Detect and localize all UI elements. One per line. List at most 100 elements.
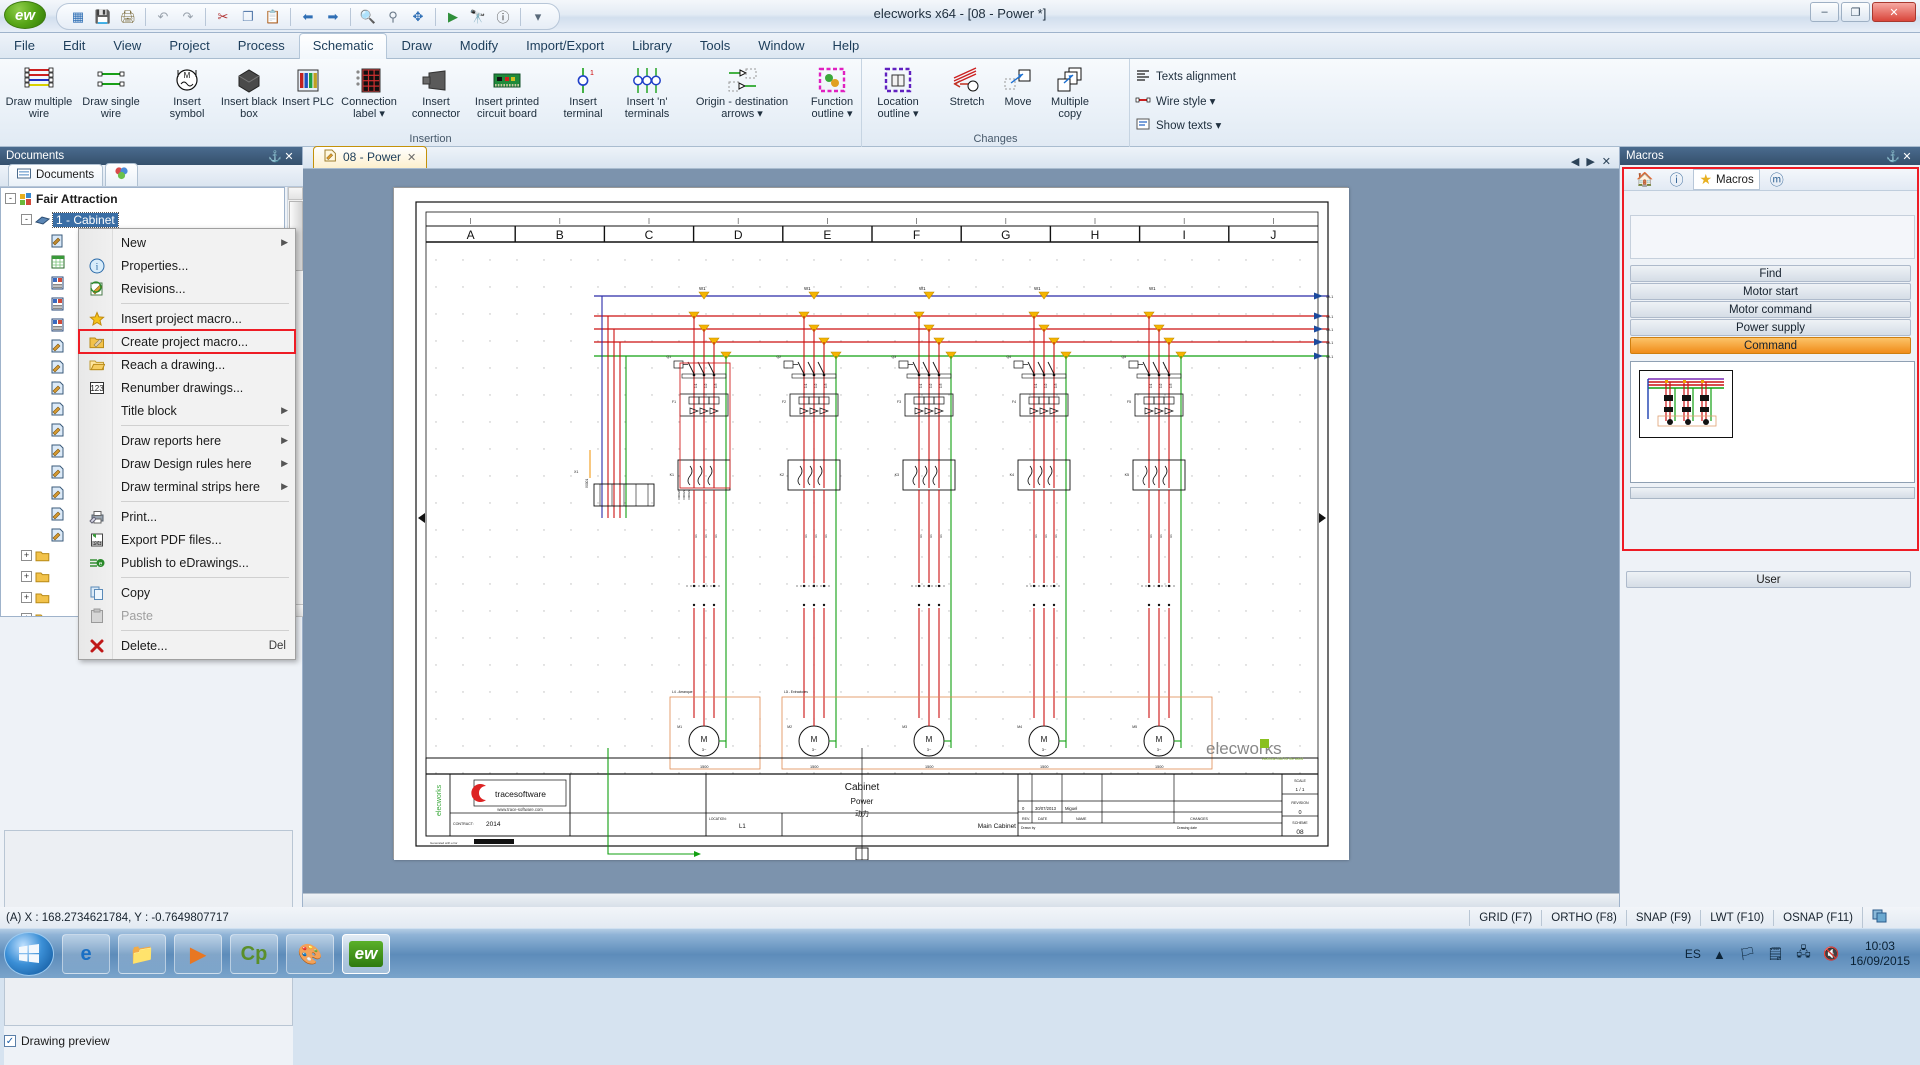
- tree-expander[interactable]: +: [21, 613, 32, 616]
- document-tab-close-icon[interactable]: ✕: [407, 151, 416, 164]
- tab-next-icon[interactable]: ▶: [1586, 155, 1594, 168]
- tree-node[interactable]: - 1 - Cabinet: [1, 209, 284, 230]
- language-indicator[interactable]: ES: [1685, 947, 1701, 961]
- context-menu-item-paste[interactable]: Paste: [79, 604, 295, 627]
- taskbar-item-elecworks[interactable]: ew: [342, 934, 390, 974]
- context-menu-item-delete[interactable]: Delete... Del: [79, 634, 295, 657]
- macro-button-motor-command[interactable]: Motor command: [1630, 301, 1911, 318]
- multiple-copy-button[interactable]: Multiple copy: [1044, 63, 1096, 120]
- pin-icon[interactable]: ⚓: [1886, 150, 1900, 163]
- canvas-hscrollbar[interactable]: [303, 893, 1619, 907]
- status-toggle-grid[interactable]: GRID (F7): [1469, 909, 1541, 926]
- show-hidden-icons[interactable]: ▲: [1710, 945, 1729, 964]
- macro-button-motor-start[interactable]: Motor start: [1630, 283, 1911, 300]
- menu-item-library[interactable]: Library: [618, 33, 686, 59]
- scroll-up-arrow[interactable]: [288, 187, 303, 200]
- menu-item-file[interactable]: File: [0, 33, 49, 59]
- pin-icon[interactable]: ⚓: [268, 150, 282, 163]
- drawing-preview-checkbox[interactable]: ✓: [4, 1035, 16, 1047]
- start-button[interactable]: [4, 932, 54, 976]
- context-menu-item-revisions[interactable]: Revisions...: [79, 277, 295, 300]
- close-button[interactable]: ✕: [1872, 2, 1916, 22]
- document-tab[interactable]: 08 - Power ✕: [313, 146, 428, 168]
- insert-n-terminals-button[interactable]: Insert 'n' terminals: [614, 63, 680, 120]
- model-space-icon[interactable]: [1862, 907, 1896, 928]
- tree-expander[interactable]: +: [21, 592, 32, 603]
- menu-item-draw[interactable]: Draw: [387, 33, 445, 59]
- drawing-preview-checkbox-row[interactable]: ✓ Drawing preview: [4, 1034, 293, 1048]
- tab-close-icon[interactable]: ✕: [1602, 155, 1611, 168]
- documents-panel-tab-1[interactable]: [105, 163, 139, 186]
- draw-multiple-wire-button[interactable]: Draw multiple wire: [4, 63, 74, 120]
- context-menu-item-renumber-drawings[interactable]: 123 Renumber drawings...: [79, 376, 295, 399]
- insert-plc-button[interactable]: Insert PLC: [282, 63, 334, 109]
- macros-list[interactable]: [1630, 361, 1915, 483]
- texts-alignment-button[interactable]: Texts alignment: [1135, 67, 1236, 87]
- tree-expander[interactable]: +: [21, 571, 32, 582]
- show-texts-button[interactable]: Show texts ▾: [1135, 115, 1221, 135]
- status-toggle-osnap[interactable]: OSNAP (F11): [1773, 909, 1862, 926]
- minimize-button[interactable]: –: [1810, 2, 1839, 22]
- location-outline-button[interactable]: Location outline ▾: [866, 63, 930, 120]
- origin-destination-arrows-button[interactable]: Origin - destination arrows ▾: [692, 63, 792, 120]
- move-button[interactable]: Move: [994, 63, 1042, 109]
- menu-item-window[interactable]: Window: [744, 33, 818, 59]
- menu-item-edit[interactable]: Edit: [49, 33, 99, 59]
- context-menu-item-properties[interactable]: i Properties...: [79, 254, 295, 277]
- home-icon[interactable]: 🏠: [1630, 169, 1659, 190]
- close-icon[interactable]: ✕: [282, 150, 296, 163]
- context-menu-item-print[interactable]: Print...: [79, 505, 295, 528]
- macro-thumbnail[interactable]: [1639, 370, 1733, 438]
- clock[interactable]: 10:03 16/09/2015: [1850, 939, 1914, 969]
- menu-item-process[interactable]: Process: [224, 33, 299, 59]
- insert-black-box-button[interactable]: Insert black box: [218, 63, 280, 120]
- tab-prev-icon[interactable]: ◀: [1571, 155, 1579, 168]
- macros-list-hscrollbar[interactable]: [1630, 487, 1915, 499]
- macros-search-area[interactable]: [1630, 215, 1915, 259]
- symbols-icon[interactable]: ⓜ: [1764, 168, 1790, 192]
- status-toggle-snap[interactable]: SNAP (F9): [1625, 909, 1700, 926]
- taskbar-item-paint[interactable]: 🎨: [286, 934, 334, 974]
- close-icon[interactable]: ✕: [1900, 150, 1914, 163]
- context-menu[interactable]: New ▶ i Properties... Revisions... Insert pro…: [78, 228, 296, 660]
- tree-expander[interactable]: +: [21, 550, 32, 561]
- macros-search-input[interactable]: [1631, 216, 1914, 258]
- insert-printed-circuit-board-button[interactable]: Insert printed circuit board: [470, 63, 544, 120]
- context-menu-item-copy[interactable]: Copy: [79, 581, 295, 604]
- wire-style-button[interactable]: Wire style ▾: [1135, 91, 1215, 111]
- taskbar-item-internet-explorer[interactable]: e: [62, 934, 110, 974]
- documents-panel-tab-0[interactable]: Documents: [8, 164, 104, 186]
- taskbar-item-captivate[interactable]: Cp: [230, 934, 278, 974]
- context-menu-item-export-pdf-files[interactable]: PDF Export PDF files...: [79, 528, 295, 551]
- insert-symbol-button[interactable]: M Insert symbol: [158, 63, 216, 120]
- stretch-button[interactable]: Stretch: [942, 63, 992, 109]
- drawing-canvas[interactable]: A B C D E F G H I J 09-1 09-1 09-1 09-1 09-1 W1 W1 W1 W1 W1…: [303, 169, 1619, 907]
- status-toggle-ortho[interactable]: ORTHO (F8): [1541, 909, 1626, 926]
- tree-expander[interactable]: -: [5, 193, 16, 204]
- context-menu-item-draw-design-rules-here[interactable]: Draw Design rules here ▶: [79, 452, 295, 475]
- menu-item-import-export[interactable]: Import/Export: [512, 33, 618, 59]
- menu-item-help[interactable]: Help: [818, 33, 873, 59]
- info-icon[interactable]: ⓘ: [1663, 168, 1689, 192]
- context-menu-item-reach-a-drawing[interactable]: Reach a drawing...: [79, 353, 295, 376]
- status-toggle-lwt[interactable]: LWT (F10): [1700, 909, 1773, 926]
- connection-label-button[interactable]: Connection label ▾: [336, 63, 402, 120]
- user-macros-button[interactable]: User: [1626, 571, 1911, 588]
- taskbar-item-media-player[interactable]: ▶: [174, 934, 222, 974]
- context-menu-item-publish-to-edrawings[interactable]: e Publish to eDrawings...: [79, 551, 295, 574]
- volume-muted-icon[interactable]: 🔇: [1822, 945, 1841, 964]
- context-menu-item-draw-terminal-strips-here[interactable]: Draw terminal strips here ▶: [79, 475, 295, 498]
- menu-item-view[interactable]: View: [99, 33, 155, 59]
- network-icon[interactable]: 🏳: [1738, 945, 1757, 964]
- tree-node[interactable]: - Fair Attraction: [1, 188, 284, 209]
- draw-single-wire-button[interactable]: Draw single wire: [76, 63, 146, 120]
- maximize-button[interactable]: ❐: [1841, 2, 1870, 22]
- menu-item-schematic[interactable]: Schematic: [298, 33, 388, 60]
- macro-button-power-supply[interactable]: Power supply: [1630, 319, 1911, 336]
- context-menu-item-title-block[interactable]: Title block ▶: [79, 399, 295, 422]
- macro-button-command[interactable]: Command: [1630, 337, 1911, 354]
- taskbar-item-windows-explorer[interactable]: 📁: [118, 934, 166, 974]
- context-menu-item-create-project-macro[interactable]: Create project macro...: [78, 329, 296, 354]
- function-outline-button[interactable]: Function outline ▾: [800, 63, 864, 120]
- menu-item-tools[interactable]: Tools: [686, 33, 744, 59]
